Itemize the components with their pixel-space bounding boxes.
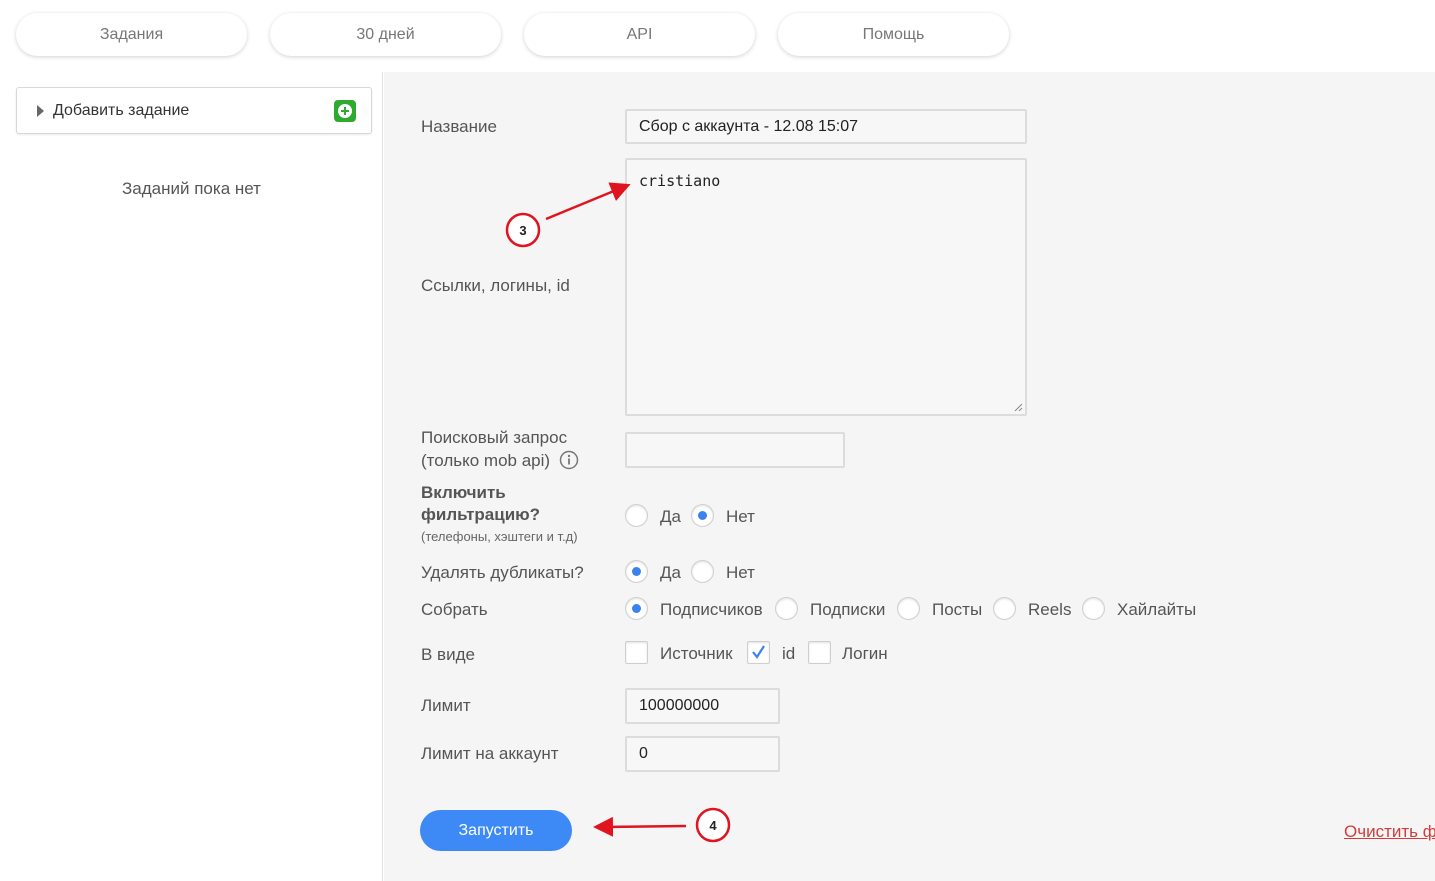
format-id-checkbox[interactable] (747, 641, 770, 664)
search-label-line2: (только mob api) (421, 451, 551, 470)
format-id-label: id (782, 644, 796, 663)
search-label-line1: Поисковый запрос (421, 428, 568, 447)
top-navigation: Задания 30 дней API Помощь (0, 0, 1435, 72)
collect-highlights-label: Хайлайты (1117, 600, 1197, 619)
tab-help[interactable]: Помощь (778, 13, 1009, 56)
collect-followers-radio[interactable] (625, 597, 648, 620)
filter-label-line1: Включить (421, 483, 506, 502)
add-task-label: Добавить задание (53, 101, 190, 119)
filter-no-radio[interactable] (691, 504, 714, 527)
collect-following-label: Подписки (810, 600, 886, 619)
format-login-checkbox[interactable] (808, 641, 831, 664)
sidebar: Добавить задание Заданий пока нет (0, 72, 383, 881)
resize-handle-icon[interactable] (1013, 402, 1023, 412)
empty-tasks-text: Заданий пока нет (122, 179, 261, 198)
caret-right-icon (37, 104, 44, 117)
tab-tasks[interactable]: Задания (16, 13, 247, 56)
filter-label-line2: фильтрацию? (421, 505, 541, 524)
format-source-label: Источник (660, 644, 733, 663)
dedupe-no-label: Нет (726, 563, 755, 582)
links-textarea[interactable]: cristiano (625, 158, 1027, 416)
account-limit-label: Лимит на аккаунт (421, 744, 559, 763)
filter-yes-radio[interactable] (625, 504, 648, 527)
search-input[interactable] (625, 432, 845, 468)
dedupe-yes-radio[interactable] (625, 560, 648, 583)
collect-reels-label: Reels (1028, 600, 1072, 619)
task-form: Название Сбор с аккаунта - 12.08 15:07 С… (384, 72, 1435, 881)
collect-label: Собрать (421, 600, 488, 619)
filter-no-label: Нет (726, 507, 755, 526)
name-label: Название (421, 117, 497, 136)
filter-yes-label: Да (660, 507, 681, 526)
links-textarea-value: cristiano (639, 172, 721, 190)
clear-form-link[interactable]: Очистить ф (1344, 822, 1435, 842)
tab-api[interactable]: API (524, 13, 755, 56)
tab-30-days[interactable]: 30 дней (270, 13, 501, 56)
dedupe-no-radio[interactable] (691, 560, 714, 583)
collect-following-radio[interactable] (775, 597, 798, 620)
collect-posts-label: Посты (932, 600, 983, 619)
run-button[interactable]: Запустить (420, 810, 572, 851)
name-input[interactable]: Сбор с аккаунта - 12.08 15:07 (625, 109, 1027, 144)
dedupe-label: Удалять дубликаты? (421, 563, 584, 582)
collect-posts-radio[interactable] (897, 597, 920, 620)
search-label: Поисковый запрос (только mob api) (421, 426, 579, 472)
add-task-button[interactable]: Добавить задание (16, 87, 372, 134)
limit-label: Лимит (421, 696, 471, 715)
filter-hint: (телефоны, хэштеги и т.д) (421, 529, 578, 544)
collect-followers-label: Подписчиков (660, 600, 763, 619)
dedupe-yes-label: Да (660, 563, 681, 582)
links-label: Ссылки, логины, id (421, 276, 570, 295)
limit-input[interactable]: 100000000 (625, 688, 780, 724)
collect-highlights-radio[interactable] (1082, 597, 1105, 620)
limit-input-value: 100000000 (639, 697, 720, 714)
format-label: В виде (421, 645, 475, 664)
filter-label: Включить фильтрацию? (телефоны, хэштеги … (421, 482, 578, 548)
checkmark-icon (752, 645, 765, 659)
format-source-checkbox[interactable] (625, 641, 648, 664)
account-limit-input[interactable]: 0 (625, 736, 780, 772)
search-label-line2-wrap: (только mob api) (421, 449, 579, 472)
info-icon[interactable] (559, 450, 579, 470)
name-input-value: Сбор с аккаунта - 12.08 15:07 (639, 117, 858, 135)
account-limit-input-value: 0 (639, 745, 648, 762)
plus-icon[interactable] (334, 100, 356, 122)
collect-reels-radio[interactable] (993, 597, 1016, 620)
format-login-label: Логин (842, 644, 888, 663)
